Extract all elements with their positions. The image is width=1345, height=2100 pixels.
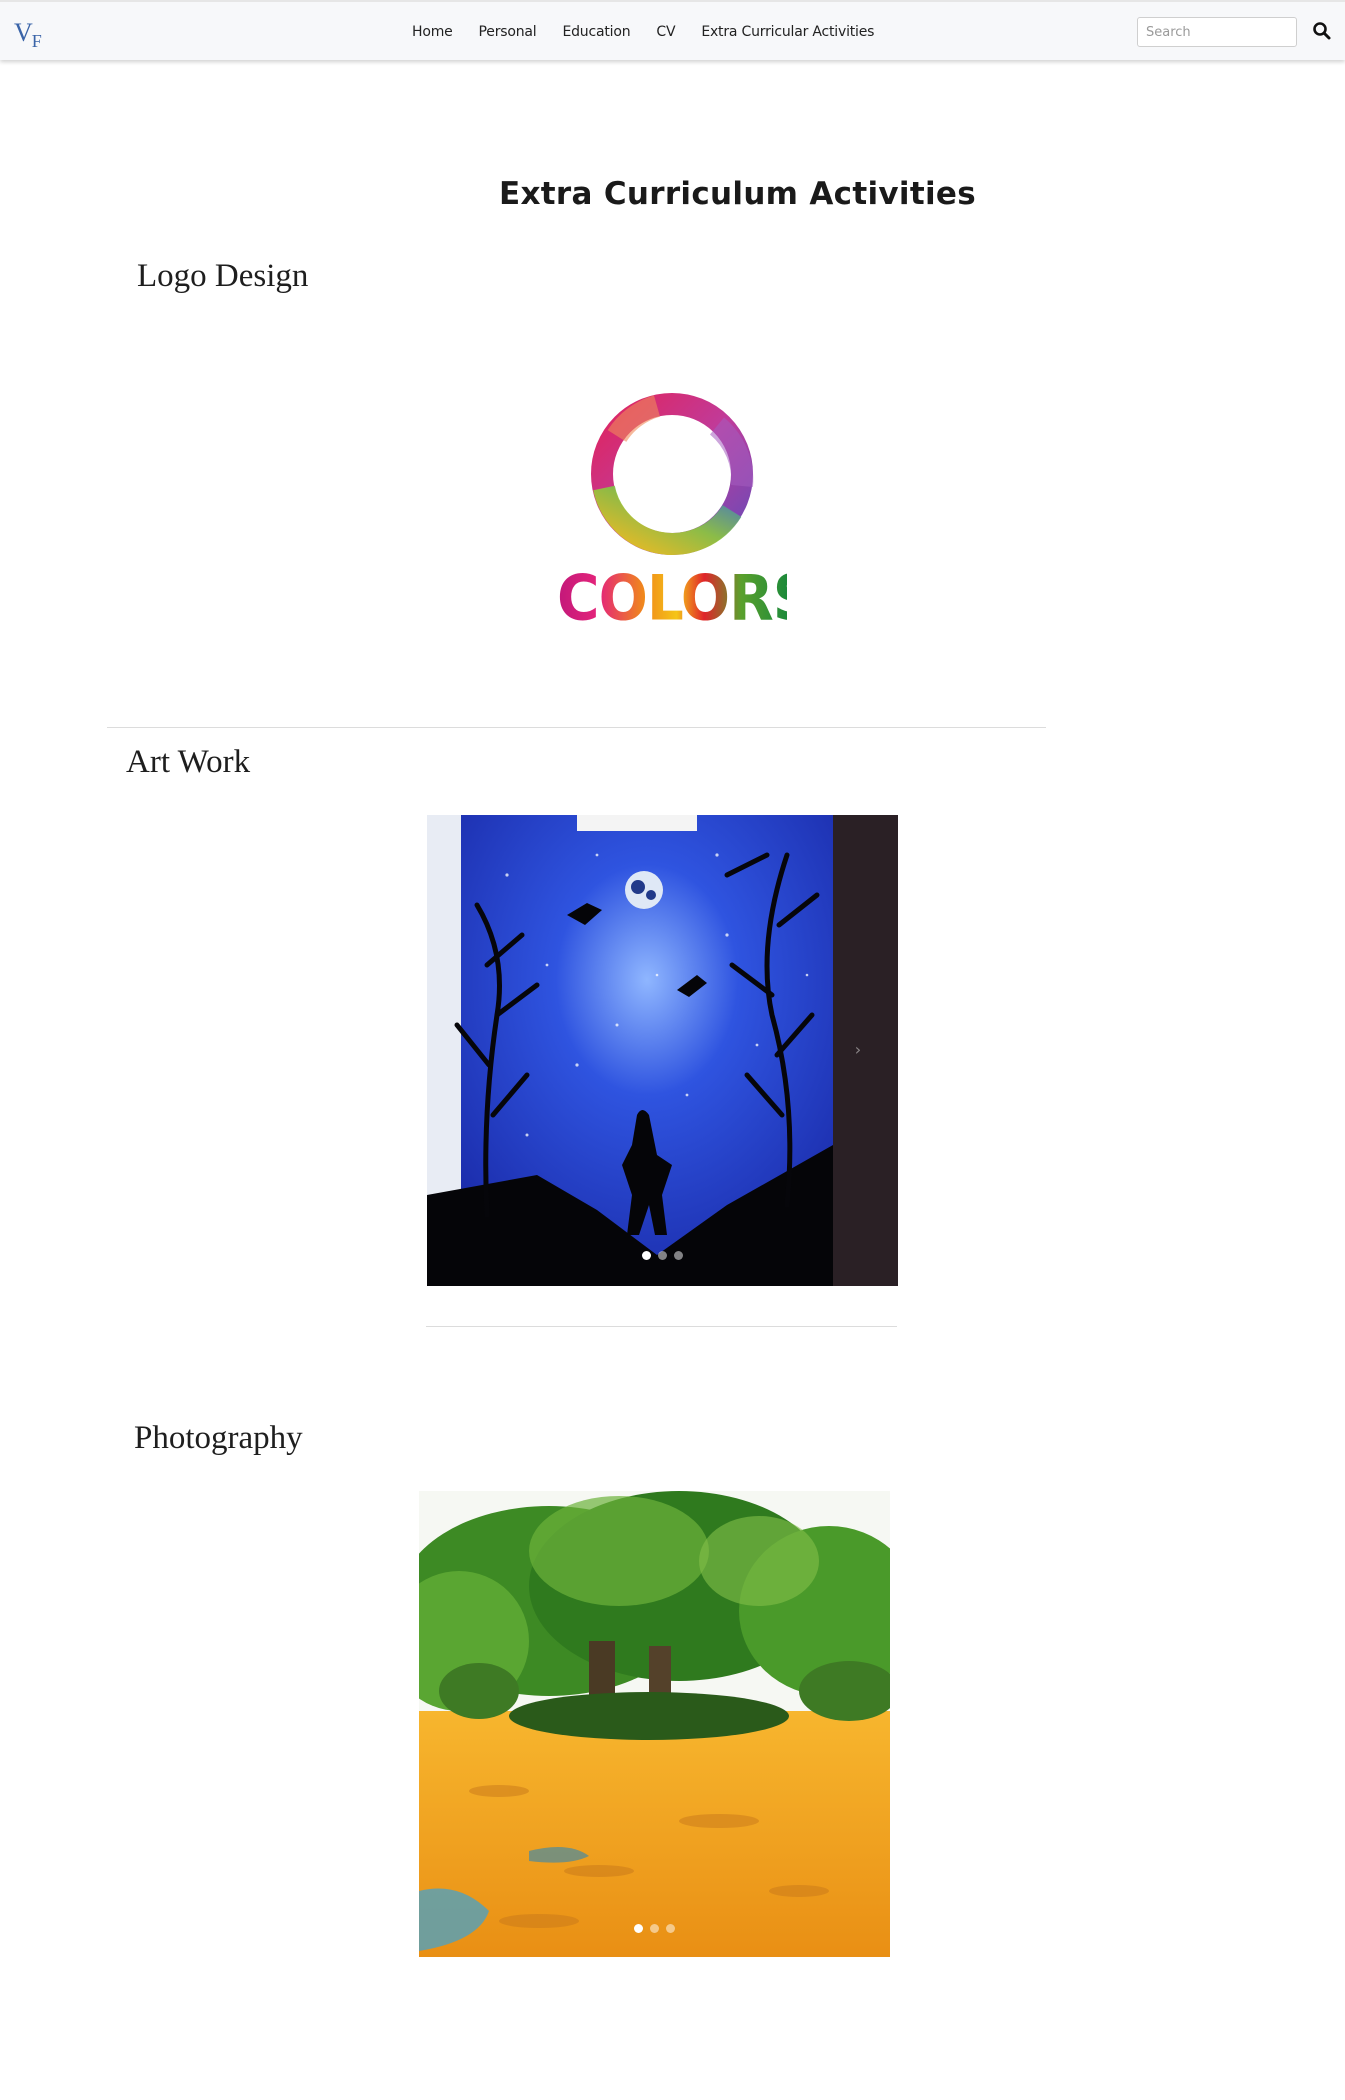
art-work-next-control[interactable]: › [848, 1035, 868, 1065]
search-button[interactable] [1310, 20, 1334, 44]
photography-indicator-1[interactable] [634, 1924, 643, 1933]
section-divider [107, 727, 1046, 728]
search-input[interactable] [1137, 17, 1297, 47]
photography-indicator-3[interactable] [666, 1924, 675, 1933]
section-title-art-work: Art Work [126, 744, 251, 780]
nav-link-cv[interactable]: CV [656, 24, 675, 40]
nav-link-extra-curricular[interactable]: Extra Curricular Activities [701, 24, 874, 40]
brand-logo[interactable]: VF [14, 18, 42, 52]
nav-link-home[interactable]: Home [412, 24, 453, 40]
art-work-indicator-1[interactable] [642, 1251, 651, 1260]
photography-indicators [419, 1924, 890, 1933]
art-work-image [427, 815, 898, 1286]
brand-letter-v: V [14, 18, 33, 47]
art-work-indicators [427, 1251, 898, 1260]
page-title: Extra Curriculum Activities [499, 176, 976, 212]
nav-link-personal[interactable]: Personal [479, 24, 537, 40]
photography-indicator-2[interactable] [650, 1924, 659, 1933]
art-work-indicator-2[interactable] [658, 1251, 667, 1260]
logo-wordmark: COLORS [557, 561, 815, 635]
nav-link-education[interactable]: Education [562, 24, 630, 40]
search-icon [1313, 21, 1331, 39]
art-work-carousel[interactable]: › [427, 815, 898, 1286]
section-title-photography: Photography [134, 1420, 303, 1456]
section-title-logo-design: Logo Design [137, 258, 309, 294]
nav-links: Home Personal Education CV Extra Curricu… [412, 2, 900, 62]
navbar: VF Home Personal Education CV Extra Curr… [0, 0, 1345, 60]
section-divider [426, 1326, 897, 1327]
photography-image [419, 1491, 890, 1957]
logo-ring-icon [591, 393, 754, 555]
art-work-indicator-3[interactable] [674, 1251, 683, 1260]
brand-letter-f: F [31, 31, 42, 51]
photography-carousel[interactable] [419, 1491, 890, 1957]
colors-logo: COLORS [557, 386, 815, 636]
